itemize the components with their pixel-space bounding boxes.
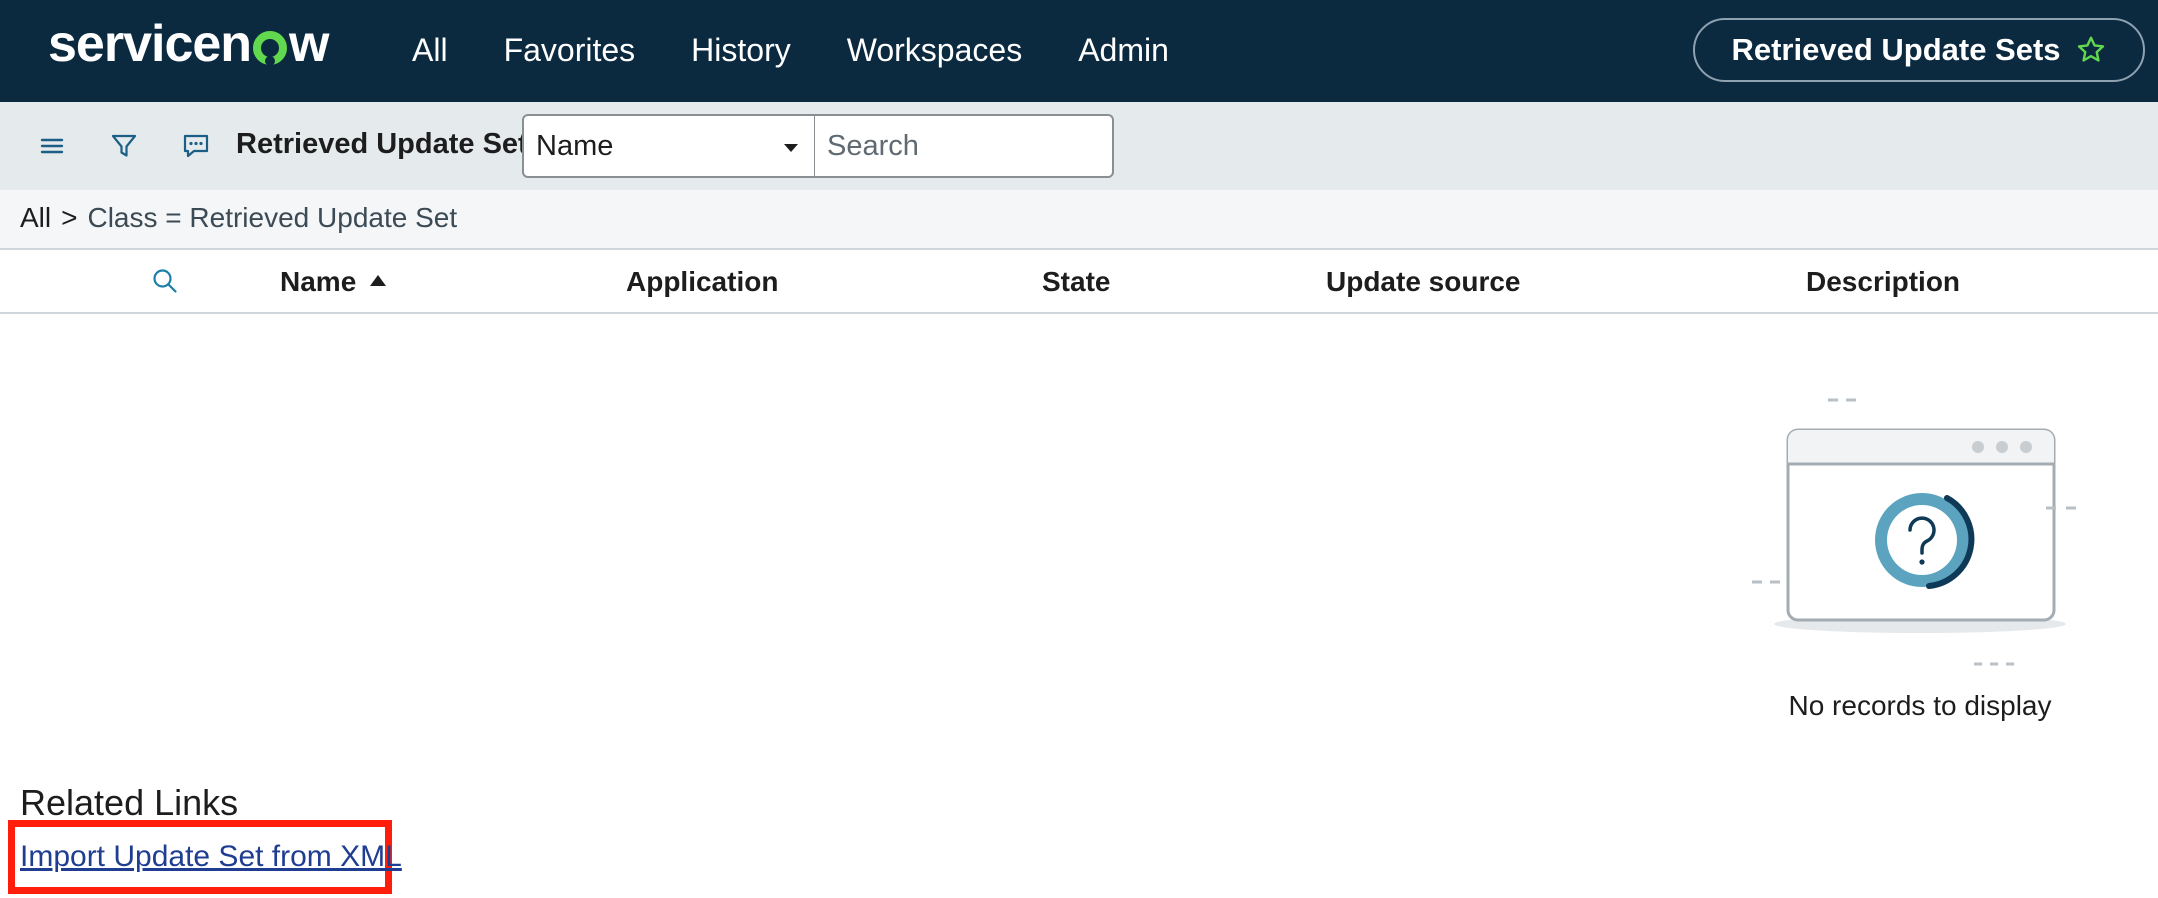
- context-pill-button[interactable]: Retrieved Update Sets: [1693, 18, 2145, 82]
- breadcrumb-condition-link[interactable]: Class = Retrieved Update Set: [87, 202, 457, 234]
- column-search-icon[interactable]: [150, 266, 180, 296]
- hamburger-menu-icon[interactable]: [36, 130, 68, 162]
- column-header-description[interactable]: Description: [1806, 266, 1960, 298]
- table-header: Name Application State Update source Des…: [0, 250, 2158, 314]
- breadcrumb-separator: >: [61, 202, 78, 233]
- logo-text-right: w: [289, 15, 329, 73]
- main-menu: All Favorites History Workspaces Admin: [412, 0, 1169, 100]
- related-links-title: Related Links: [20, 782, 239, 823]
- empty-state-message: No records to display: [1788, 690, 2052, 721]
- top-navigation-bar: servicen w All Favorites History Workspac…: [0, 0, 2158, 102]
- search-field-select-value: Name: [536, 129, 614, 162]
- nav-item-admin[interactable]: Admin: [1078, 32, 1169, 69]
- nav-item-all[interactable]: All: [412, 32, 448, 69]
- column-header-state[interactable]: State: [1042, 266, 1110, 298]
- sort-ascending-icon: [370, 275, 387, 287]
- list-search-input[interactable]: [814, 114, 1114, 178]
- column-header-name-label: Name: [280, 266, 357, 297]
- context-pill-label: Retrieved Update Sets: [1731, 32, 2061, 67]
- search-field-select[interactable]: Name: [522, 114, 816, 178]
- nav-item-workspaces[interactable]: Workspaces: [847, 32, 1022, 69]
- filter-icon[interactable]: [108, 130, 140, 162]
- nav-item-favorites[interactable]: Favorites: [504, 32, 636, 69]
- caret-down-icon: [784, 144, 798, 152]
- column-header-name[interactable]: Name: [280, 266, 387, 298]
- list-toolbar: Retrieved Update Sets Name: [0, 102, 2158, 190]
- breadcrumb-root-link[interactable]: All: [20, 202, 51, 234]
- nav-item-history[interactable]: History: [691, 32, 791, 69]
- star-outline-icon[interactable]: [2075, 34, 2107, 66]
- servicenow-logo[interactable]: servicen w: [48, 14, 330, 74]
- breadcrumb-bar: All > Class = Retrieved Update Set: [0, 190, 2158, 250]
- list-title: Retrieved Update Sets: [236, 128, 544, 160]
- empty-state-illustration: [1752, 398, 2076, 666]
- column-header-application[interactable]: Application: [626, 266, 778, 298]
- logo-text-left: servicen: [48, 15, 252, 73]
- comment-icon[interactable]: [180, 130, 212, 162]
- logo-o-mark-icon: [253, 31, 288, 66]
- column-header-update-source[interactable]: Update source: [1326, 266, 1521, 298]
- import-update-set-from-xml-link[interactable]: Import Update Set from XML: [20, 840, 402, 874]
- breadcrumb: All > Class = Retrieved Update Set: [20, 202, 457, 234]
